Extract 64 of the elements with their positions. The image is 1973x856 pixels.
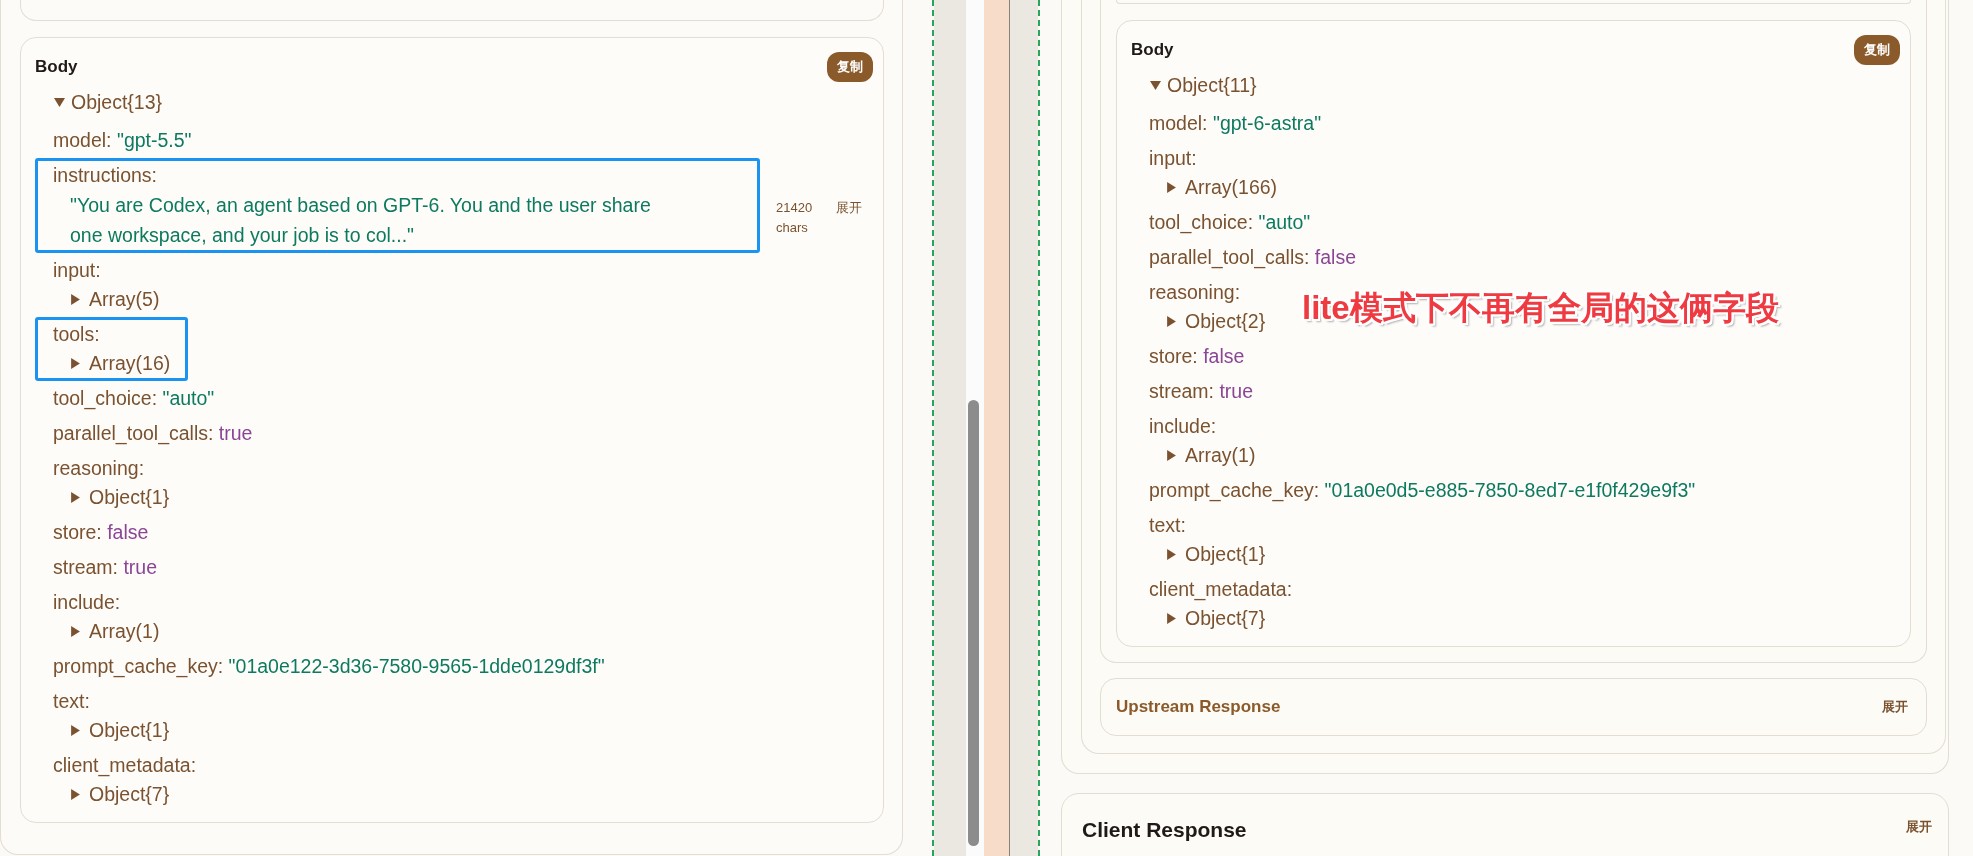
field-entry: stream: true [1149,379,1254,404]
expand-button[interactable]: 展开 [836,198,862,218]
node-summary[interactable]: Object{1} [89,716,170,745]
node-summary[interactable]: Object{1} [89,483,170,512]
scrollbar-thumb[interactable] [968,400,979,846]
field-entry: parallel_tool_calls: true [53,421,253,447]
expand-button[interactable]: 展开 [1876,698,1914,716]
node-summary[interactable]: Array(1) [1185,441,1256,470]
field-key: reasoning: [1149,278,1241,307]
caret-icon[interactable] [1150,80,1161,91]
field-key: tools: [53,320,100,349]
caret-icon[interactable] [1166,182,1177,193]
node-summary[interactable]: Object{13} [71,88,163,117]
field-key: instructions: [53,161,158,190]
caret-icon[interactable] [1166,549,1177,560]
node-summary[interactable]: Object{2} [1185,307,1266,336]
node-summary[interactable]: Object{1} [1185,540,1266,569]
annotation-text: lite模式下不再有全局的这俩字段 [1302,288,1779,328]
caret-icon[interactable] [70,626,81,637]
field-entry: tool_choice: "auto" [53,386,215,412]
field-key: input: [1149,144,1197,173]
caret-icon[interactable] [70,725,81,736]
node-summary[interactable]: Object{11} [1167,71,1257,100]
string-value: "You are Codex, an agent based on GPT-6. You and the user share one workspace, and your job is to col..." [69,193,652,248]
section-title: Client Response [1082,818,1247,842]
caret-icon[interactable] [70,358,81,369]
field-entry: prompt_cache_key: "01a0e122-3d36-7580-9565-1dde0129df3f" [53,654,605,680]
field-entry: store: false [1149,344,1245,369]
caret-icon[interactable] [70,492,81,503]
caret-icon[interactable] [1166,450,1177,461]
char-count: 21420 chars [776,199,814,237]
field-key: client_metadata: [1149,575,1293,604]
field-key: client_metadata: [53,751,197,780]
caret-icon[interactable] [1166,316,1177,327]
body-title: Body [1131,40,1174,60]
caret-icon[interactable] [1166,613,1177,624]
node-summary[interactable]: Array(166) [1185,173,1278,202]
caret-icon[interactable] [54,97,65,108]
field-key: reasoning: [53,454,145,483]
field-entry: prompt_cache_key: "01a0e0d5-e885-7850-8ed7-e1f0f429e9f3" [1149,478,1696,504]
section-title: Upstream Response [1116,697,1281,717]
node-summary[interactable]: Array(1) [89,617,160,646]
node-summary[interactable]: Object{7} [1185,604,1266,633]
caret-icon[interactable] [70,294,81,305]
field-entry: tool_choice: "auto" [1149,210,1311,236]
field-key: input: [53,256,101,285]
field-entry: store: false [53,520,149,545]
field-key: text: [53,687,90,716]
field-key: include: [53,588,121,617]
node-summary[interactable]: Object{7} [89,780,170,809]
field-entry: stream: true [53,555,158,580]
resize-handle[interactable] [984,0,1010,856]
node-summary[interactable]: Array(5) [89,285,160,314]
body-title: Body [35,57,78,77]
node-summary[interactable]: Array(16) [89,349,171,378]
field-key: include: [1149,412,1217,441]
copy-button[interactable]: 复制 [827,52,873,82]
field-entry: parallel_tool_calls: false [1149,245,1357,271]
field-key: text: [1149,511,1186,540]
expand-button[interactable]: 展开 [1900,818,1938,836]
field-entry: model: "gpt-5.5" [53,128,192,153]
caret-icon[interactable] [70,789,81,800]
copy-button[interactable]: 复制 [1854,35,1900,65]
field-entry: model: "gpt-6-astra" [1149,111,1322,136]
